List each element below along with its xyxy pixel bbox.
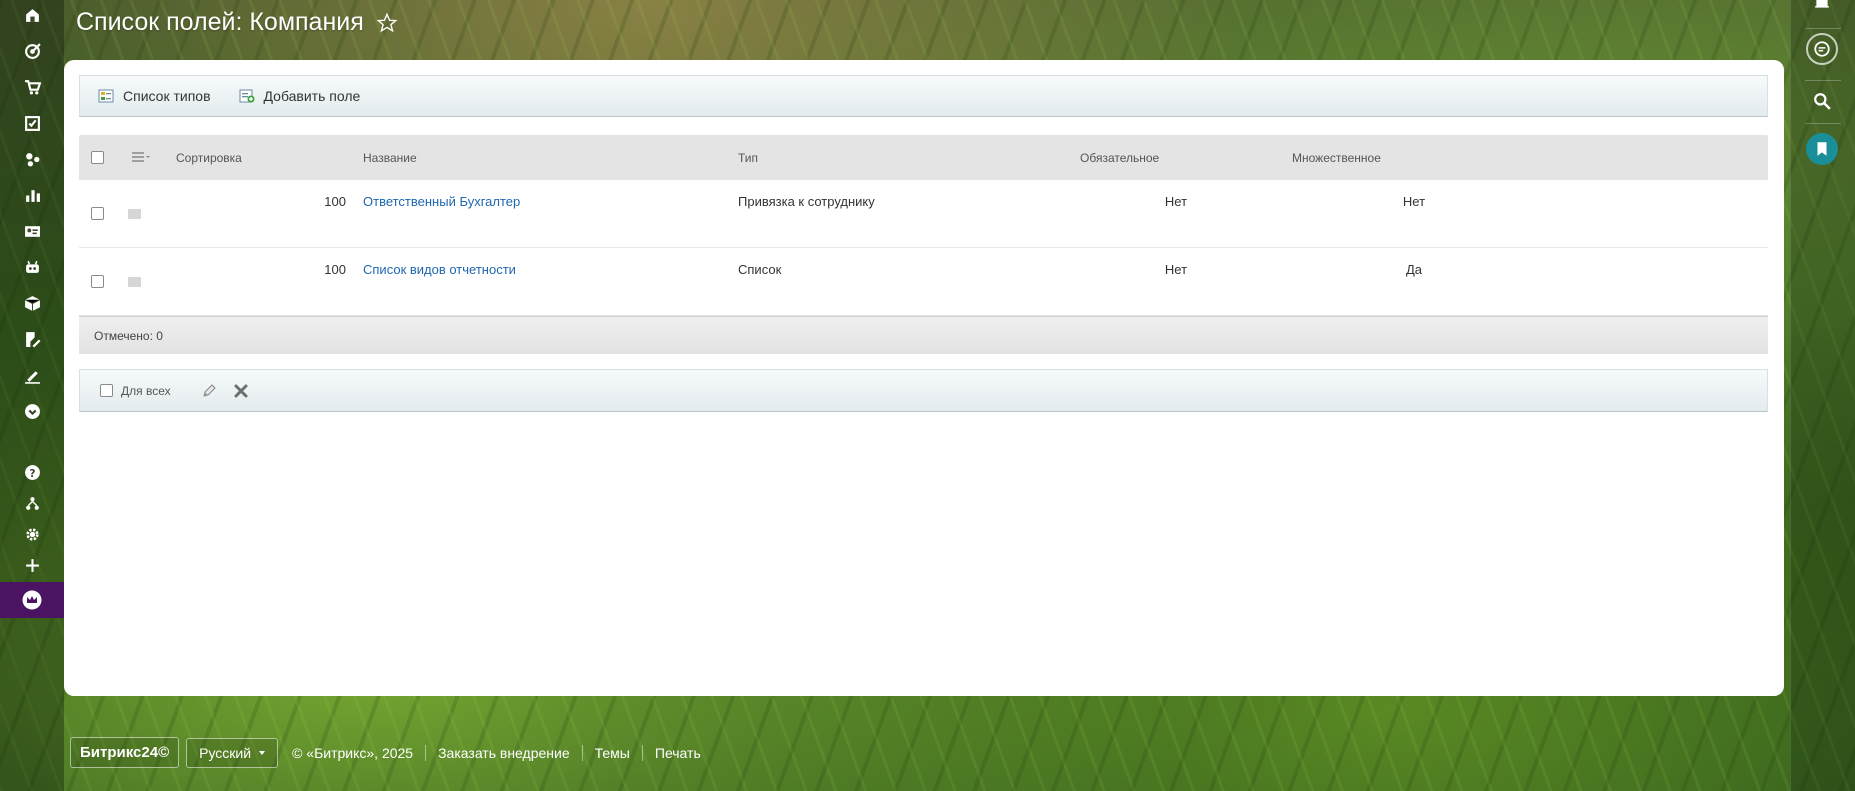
themes-link[interactable]: Темы	[581, 744, 642, 761]
box-icon[interactable]	[0, 288, 64, 318]
bitrix24-logo[interactable]: Битрикс24©	[70, 737, 180, 768]
row-actions-menu-icon[interactable]	[128, 276, 141, 287]
row-name-link[interactable]: Список видов отчетности	[363, 262, 516, 277]
select-all-cell	[91, 135, 104, 180]
language-label: Русский	[199, 744, 252, 761]
row-type-value: Привязка к сотруднику	[738, 194, 875, 209]
delete-cross-icon[interactable]	[233, 383, 249, 399]
table-footer: Отмечено: 0	[79, 316, 1768, 354]
left-sidebar: ?	[0, 0, 64, 791]
tasks-icon[interactable]	[0, 108, 64, 138]
row-menu-cell	[128, 180, 141, 247]
check-circle-icon[interactable]	[0, 396, 64, 426]
types-list-icon	[98, 89, 114, 103]
document-edit-icon[interactable]	[0, 324, 64, 354]
header-type[interactable]: Тип	[738, 135, 758, 180]
row-checkbox[interactable]	[91, 275, 104, 288]
target-icon[interactable]	[0, 36, 64, 66]
row-checkbox-cell	[91, 248, 104, 315]
row-checkbox[interactable]	[91, 207, 104, 220]
settings-gear-icon[interactable]	[0, 519, 64, 549]
for-all-checkbox[interactable]	[100, 384, 113, 397]
row-name-cell: Ответственный Бухгалтер	[363, 180, 520, 247]
column-settings-icon[interactable]	[132, 135, 150, 180]
right-sidebar-divider	[1805, 28, 1841, 29]
row-multiple-value: Да	[1405, 262, 1423, 277]
svg-text:?: ?	[29, 466, 35, 479]
contacts-card-icon[interactable]	[0, 216, 64, 246]
for-all-label: Для всех	[121, 383, 171, 398]
chevron-down-icon	[259, 750, 266, 755]
types-list-button[interactable]: Список типов	[98, 88, 211, 104]
language-select[interactable]: Русский	[186, 737, 279, 768]
add-field-icon	[239, 89, 255, 103]
add-field-button[interactable]: Добавить поле	[239, 88, 361, 104]
home-icon[interactable]	[0, 0, 64, 30]
row-name-cell: Список видов отчетности	[363, 248, 516, 315]
row-multiple-value: Нет	[1402, 194, 1426, 209]
header-name[interactable]: Название	[363, 135, 417, 180]
page-title-block: Список полей: Компания	[76, 8, 398, 37]
help-icon[interactable]: ?	[0, 457, 64, 487]
search-icon[interactable]	[1806, 85, 1838, 117]
favorite-star-icon[interactable]	[376, 12, 398, 34]
page-footer: Битрикс24© Русский © «Битрикс», 2025 Зак…	[70, 737, 713, 768]
selected-count: Отмечено: 0	[94, 328, 163, 343]
table-row[interactable]: 100 Список видов отчетности Список Нет Д…	[79, 248, 1768, 316]
cart-icon[interactable]	[0, 72, 64, 102]
types-list-label: Список типов	[123, 88, 211, 104]
crm-icon[interactable]	[0, 144, 64, 174]
notifications-bell-icon[interactable]	[1806, 0, 1838, 18]
toolbar: Список типов Добавить поле	[79, 75, 1768, 117]
row-name-link[interactable]: Ответственный Бухгалтер	[363, 194, 520, 209]
row-type-value: Список	[738, 262, 782, 277]
row-actions-menu-icon[interactable]	[128, 208, 141, 219]
group-actions-bar: Для всех	[79, 369, 1768, 412]
right-sidebar-divider-3	[1805, 123, 1841, 124]
for-all-toggle[interactable]: Для всех	[100, 384, 171, 398]
header-sort[interactable]: Сортировка	[176, 135, 242, 180]
select-all-checkbox[interactable]	[91, 151, 104, 164]
copyright-text: © «Битрикс», 2025	[292, 744, 414, 761]
row-required-value: Нет	[1164, 194, 1188, 209]
row-required-value: Нет	[1164, 262, 1188, 277]
table-row[interactable]: 100 Ответственный Бухгалтер Привязка к с…	[79, 180, 1768, 248]
right-sidebar-divider-2	[1805, 80, 1841, 81]
signature-icon[interactable]	[0, 360, 64, 390]
row-menu-cell	[128, 248, 141, 315]
header-required[interactable]: Обязательное	[1080, 135, 1159, 180]
row-sort-value: 100	[324, 262, 346, 277]
add-plus-icon[interactable]	[0, 550, 64, 580]
row-sort-value: 100	[324, 194, 346, 209]
analytics-icon[interactable]	[0, 180, 64, 210]
order-implementation-link[interactable]: Заказать внедрение	[425, 744, 582, 761]
print-link[interactable]: Печать	[641, 744, 713, 761]
row-checkbox-cell	[91, 180, 104, 247]
copilot-bookmark-icon[interactable]	[1806, 133, 1838, 165]
header-multiple[interactable]: Множественное	[1292, 135, 1381, 180]
edit-pencil-icon[interactable]	[201, 383, 217, 399]
right-sidebar	[1790, 0, 1855, 791]
crown-icon[interactable]	[0, 582, 64, 618]
chat-icon[interactable]	[1806, 33, 1838, 65]
main-card: Список типов Добавить поле Сортировка На…	[64, 60, 1784, 696]
fields-table: Сортировка Название Тип Обязательное Мно…	[79, 135, 1768, 354]
page-title: Список полей: Компания	[76, 8, 364, 36]
add-field-label: Добавить поле	[263, 88, 361, 104]
robot-icon[interactable]	[0, 252, 64, 282]
structure-icon[interactable]	[0, 488, 64, 518]
table-header: Сортировка Название Тип Обязательное Мно…	[79, 135, 1768, 180]
